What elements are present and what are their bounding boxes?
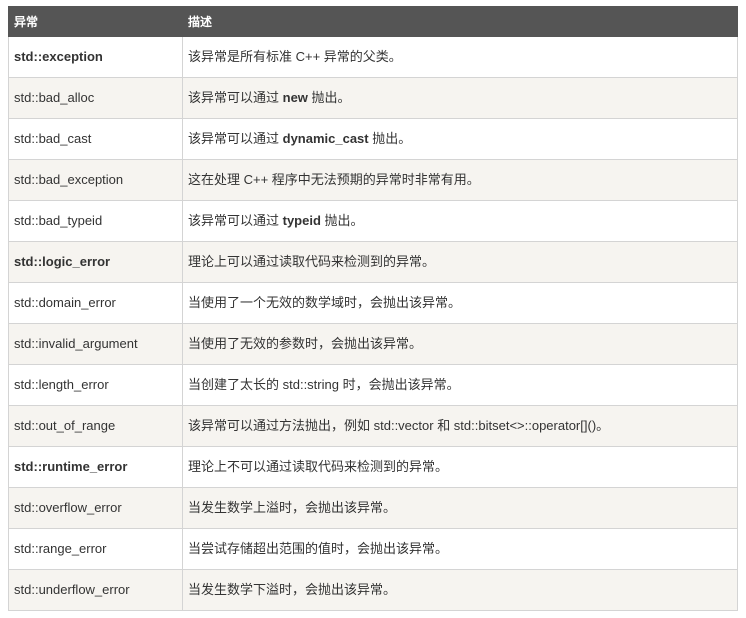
table-row: std::bad_exception 这在处理 C++ 程序中无法预期的异常时非… bbox=[8, 159, 738, 201]
table-row: std::overflow_error 当发生数学上溢时，会抛出该异常。 bbox=[8, 487, 738, 529]
exception-name: std::runtime_error bbox=[8, 446, 183, 488]
exception-description: 该异常可以通过方法抛出，例如 std::vector 和 std::bitset… bbox=[182, 405, 738, 447]
table-row: std::length_error 当创建了太长的 std::string 时，… bbox=[8, 364, 738, 406]
description-text: 该异常可以通过 bbox=[188, 213, 283, 228]
exception-name: std::logic_error bbox=[8, 241, 183, 283]
exception-description: 当创建了太长的 std::string 时，会抛出该异常。 bbox=[182, 364, 738, 406]
table-row: std::logic_error 理论上可以通过读取代码来检测到的异常。 bbox=[8, 241, 738, 283]
exception-description: 该异常可以通过 dynamic_cast 抛出。 bbox=[182, 118, 738, 160]
table-row: std::domain_error 当使用了一个无效的数学域时，会抛出该异常。 bbox=[8, 282, 738, 324]
description-text: 抛出。 bbox=[307, 90, 351, 105]
table-row: std::bad_typeid 该异常可以通过 typeid 抛出。 bbox=[8, 200, 738, 242]
exception-name: std::length_error bbox=[8, 364, 183, 406]
description-text: 该异常可以通过 bbox=[188, 90, 283, 105]
table-row: std::underflow_error 当发生数学下溢时，会抛出该异常。 bbox=[8, 569, 738, 611]
exception-name: std::bad_typeid bbox=[8, 200, 183, 242]
table-row: std::bad_alloc 该异常可以通过 new 抛出。 bbox=[8, 77, 738, 119]
description-keyword: dynamic_cast bbox=[282, 131, 369, 146]
exception-name: std::bad_alloc bbox=[8, 77, 183, 119]
description-keyword: new bbox=[282, 90, 308, 105]
header-row: 异常 描述 bbox=[8, 6, 738, 37]
exception-name: std::overflow_error bbox=[8, 487, 183, 529]
exception-description: 这在处理 C++ 程序中无法预期的异常时非常有用。 bbox=[182, 159, 738, 201]
description-keyword: typeid bbox=[282, 213, 321, 228]
exception-name: std::range_error bbox=[8, 528, 183, 570]
header-description: 描述 bbox=[182, 6, 738, 37]
exception-name: std::exception bbox=[8, 36, 183, 78]
exception-description: 当发生数学上溢时，会抛出该异常。 bbox=[182, 487, 738, 529]
exception-description: 当发生数学下溢时，会抛出该异常。 bbox=[182, 569, 738, 611]
table-row: std::bad_cast 该异常可以通过 dynamic_cast 抛出。 bbox=[8, 118, 738, 160]
table-row: std::range_error 当尝试存储超出范围的值时，会抛出该异常。 bbox=[8, 528, 738, 570]
table-header: 异常 描述 bbox=[8, 6, 738, 37]
exception-description: 该异常可以通过 new 抛出。 bbox=[182, 77, 738, 119]
exception-description: 理论上可以通过读取代码来检测到的异常。 bbox=[182, 241, 738, 283]
exception-name: std::bad_cast bbox=[8, 118, 183, 160]
description-text: 抛出。 bbox=[368, 131, 412, 146]
exception-description: 当使用了无效的参数时，会抛出该异常。 bbox=[182, 323, 738, 365]
exception-name: std::invalid_argument bbox=[8, 323, 183, 365]
header-exception: 异常 bbox=[8, 6, 183, 37]
exception-name: std::out_of_range bbox=[8, 405, 183, 447]
exception-description: 该异常可以通过 typeid 抛出。 bbox=[182, 200, 738, 242]
description-text: 抛出。 bbox=[320, 213, 364, 228]
exception-table: 异常 描述 std::exception 该异常是所有标准 C++ 异常的父类。… bbox=[8, 6, 738, 611]
table-row: std::invalid_argument 当使用了无效的参数时，会抛出该异常。 bbox=[8, 323, 738, 365]
table-row: std::exception 该异常是所有标准 C++ 异常的父类。 bbox=[8, 36, 738, 78]
table-row: std::out_of_range 该异常可以通过方法抛出，例如 std::ve… bbox=[8, 405, 738, 447]
exception-table-container: 异常 描述 std::exception 该异常是所有标准 C++ 异常的父类。… bbox=[8, 6, 738, 611]
exception-name: std::bad_exception bbox=[8, 159, 183, 201]
exception-description: 理论上不可以通过读取代码来检测到的异常。 bbox=[182, 446, 738, 488]
description-text: 该异常可以通过 bbox=[188, 131, 283, 146]
exception-description: 该异常是所有标准 C++ 异常的父类。 bbox=[182, 36, 738, 78]
exception-description: 当使用了一个无效的数学域时，会抛出该异常。 bbox=[182, 282, 738, 324]
exception-name: std::domain_error bbox=[8, 282, 183, 324]
table-row: std::runtime_error 理论上不可以通过读取代码来检测到的异常。 bbox=[8, 446, 738, 488]
exception-name: std::underflow_error bbox=[8, 569, 183, 611]
exception-description: 当尝试存储超出范围的值时，会抛出该异常。 bbox=[182, 528, 738, 570]
table-body: std::exception 该异常是所有标准 C++ 异常的父类。 std::… bbox=[8, 36, 738, 611]
